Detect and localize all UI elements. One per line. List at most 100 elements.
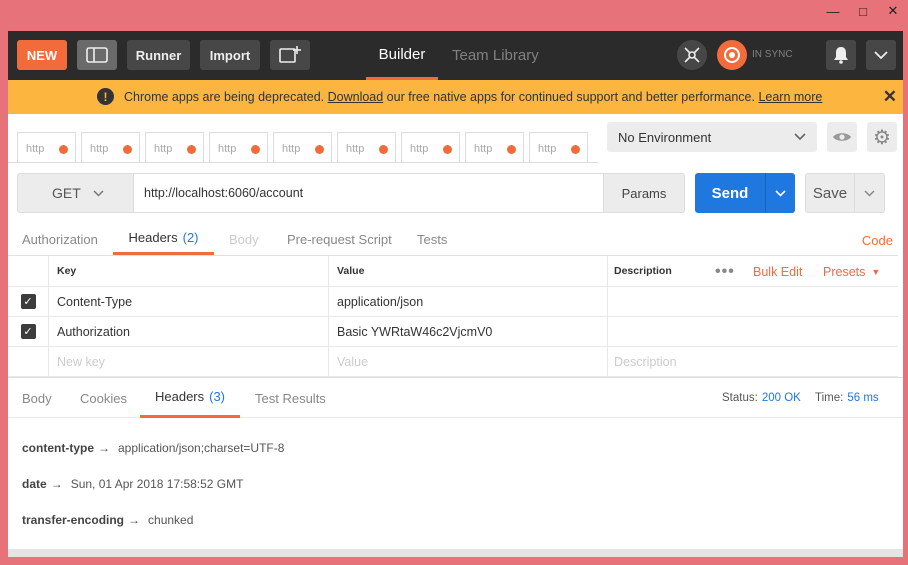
response-tab-cookies[interactable]: Cookies [80, 378, 127, 418]
presets-dropdown[interactable]: Presets ▼ [823, 256, 880, 288]
header-value-field[interactable]: application/json [329, 287, 608, 316]
new-value-field[interactable]: Value [329, 347, 608, 376]
arrow-right-icon: → [98, 441, 110, 455]
header-key-field[interactable]: Authorization [49, 317, 329, 346]
eye-icon [833, 133, 851, 141]
request-tab-label: http [26, 143, 45, 155]
header-value-field[interactable]: Basic YWRtaW46c2VjcmV0 [329, 317, 608, 346]
url-input[interactable]: http://localhost:6060/account [134, 173, 604, 213]
response-header-value: chunked [148, 513, 194, 527]
new-key-field[interactable]: New key [49, 347, 329, 376]
response-header-line: content-type → application/json;charset=UT… [22, 441, 284, 455]
header-description-field[interactable] [608, 287, 898, 316]
response-header-key: date [22, 477, 47, 491]
header-description-field[interactable] [608, 317, 898, 346]
import-button[interactable]: Import [200, 40, 260, 70]
header-key-field[interactable]: Content-Type [49, 287, 329, 316]
enabled-checkbox[interactable]: ✓ [20, 294, 36, 309]
minimize-button[interactable]: — [818, 0, 848, 22]
interceptor-button[interactable] [677, 40, 707, 70]
request-tab[interactable]: http [81, 132, 140, 163]
deprecation-banner: ! Chrome apps are being deprecated. Down… [8, 80, 903, 114]
generate-code-link[interactable]: Code [862, 233, 893, 248]
response-tab-headers-label: Headers [154, 389, 205, 404]
request-tabs: http http http http http http http http … [17, 132, 593, 163]
response-header-line: transfer-encoding → chunked [22, 513, 193, 527]
request-tab[interactable]: http [17, 132, 76, 163]
response-header-key: content-type [22, 441, 94, 455]
tab-tests[interactable]: Tests [417, 223, 447, 255]
notifications-button[interactable] [826, 40, 856, 70]
tab-body[interactable]: Body [229, 223, 259, 255]
banner-text-middle: our free native apps for continued suppo… [383, 90, 759, 104]
maximize-button[interactable]: □ [848, 0, 878, 22]
request-tab[interactable]: http [401, 132, 460, 163]
download-link[interactable]: Download [328, 90, 384, 104]
save-options-button[interactable] [855, 173, 885, 213]
new-description-field[interactable]: Description [608, 347, 898, 376]
chevron-down-icon [775, 189, 786, 197]
response-time: Time: 56 ms [815, 392, 879, 404]
tab-prerequest-script[interactable]: Pre-request Script [287, 223, 392, 255]
new-window-icon [279, 46, 301, 63]
warning-icon: ! [97, 88, 114, 105]
chevron-down-icon [93, 189, 104, 197]
response-tab-body[interactable]: Body [22, 378, 52, 418]
headers-count-badge: (2) [182, 230, 199, 245]
request-tab[interactable]: http [273, 132, 332, 163]
toggle-sidebar-button[interactable] [77, 40, 117, 70]
method-select[interactable]: GET [17, 173, 134, 213]
runner-button[interactable]: Runner [127, 40, 190, 70]
response-tab-headers[interactable]: Headers (3) [140, 378, 240, 418]
row-checkbox-cell: ✓ [8, 317, 49, 346]
request-tab[interactable]: http [337, 132, 396, 163]
environment-quick-look-button[interactable] [827, 122, 857, 152]
top-bar: NEW Runner Import Builder Team Library I… [8, 31, 903, 80]
environment-select[interactable]: No Environment [607, 122, 817, 152]
request-tab[interactable]: http [209, 132, 268, 163]
request-tab-label: http [410, 143, 429, 155]
save-button[interactable]: Save [805, 173, 855, 213]
close-window-button[interactable]: ✕ [878, 0, 908, 22]
unsaved-dot-icon [443, 145, 452, 154]
tab-team-library[interactable]: Team Library [452, 31, 539, 80]
banner-message: Chrome apps are being deprecated. Downlo… [124, 90, 822, 104]
tab-builder[interactable]: Builder [366, 31, 438, 80]
response-header-key: transfer-encoding [22, 513, 125, 527]
tab-headers[interactable]: Headers (2) [113, 223, 214, 255]
table-row: ✓ Authorization Basic YWRtaW46c2VjcmV0 [8, 317, 898, 347]
manage-environments-button[interactable]: ⚙ [867, 122, 897, 152]
gear-icon: ⚙ [873, 126, 891, 149]
status-value: 200 OK [761, 392, 801, 404]
response-panel: Body Cookies Headers (3) Test Results Sta… [8, 377, 903, 557]
learn-more-link[interactable]: Learn more [758, 90, 822, 104]
request-section-tabs: Authorization Headers (2) Body Pre-reques… [8, 223, 903, 255]
request-tab[interactable]: http [145, 132, 204, 163]
request-tab[interactable]: http [465, 132, 524, 163]
new-window-button[interactable] [270, 40, 310, 70]
column-header-key: Key [49, 256, 329, 286]
window-controls: — □ ✕ [818, 0, 908, 24]
send-options-button[interactable] [765, 173, 795, 213]
request-tab-label: http [538, 143, 557, 155]
sync-status-button[interactable] [717, 40, 747, 70]
request-tab-label: http [474, 143, 493, 155]
send-button[interactable]: Send [695, 173, 765, 213]
status-label: Status: [722, 392, 758, 404]
bulk-edit-link[interactable]: Bulk Edit [753, 256, 802, 288]
settings-menu-button[interactable] [866, 40, 896, 70]
unsaved-dot-icon [251, 145, 260, 154]
unsaved-dot-icon [123, 145, 132, 154]
response-tab-test-results[interactable]: Test Results [255, 378, 326, 418]
request-tab[interactable]: http [529, 132, 588, 163]
table-row: ✓ Content-Type application/json [8, 287, 898, 317]
params-button[interactable]: Params [603, 173, 685, 213]
new-button[interactable]: NEW [17, 40, 67, 70]
horizontal-scrollbar[interactable] [8, 549, 903, 557]
enabled-checkbox[interactable]: ✓ [20, 324, 36, 339]
more-options-icon[interactable]: ••• [715, 256, 735, 288]
unsaved-dot-icon [315, 145, 324, 154]
tab-authorization[interactable]: Authorization [22, 223, 98, 255]
row-checkbox-cell [8, 347, 49, 376]
close-banner-icon[interactable]: ✕ [883, 87, 897, 107]
